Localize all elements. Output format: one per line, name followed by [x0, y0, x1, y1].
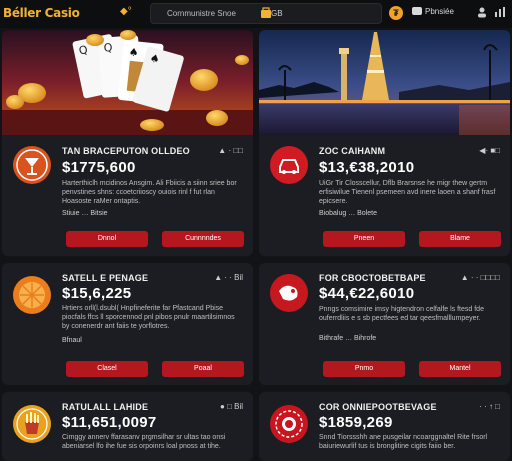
promo-card-4[interactable]: FOR CBOCTOBETBAPE ▲ · · □□□□ $44,€22,601…: [259, 263, 510, 385]
card-button-primary[interactable]: Dnnol: [66, 231, 148, 247]
card-meta: · · ↑ □: [479, 402, 500, 411]
fries-icon: [12, 404, 52, 444]
svg-text:Q: Q: [103, 41, 113, 55]
card-amount: $15,6,225: [62, 285, 132, 302]
card-footer: Bithrafe … Bihrofe: [319, 335, 377, 342]
card-title: TAN BRACEPUTON OLLDEO: [62, 146, 190, 156]
card-meta: ◀· ■□: [479, 146, 500, 155]
search-text: Cornmunistre Snoe: [167, 9, 236, 18]
card-title: SATELL E PENAGE: [62, 273, 149, 283]
card-button-secondary[interactable]: Mantel: [419, 361, 501, 377]
coin-icon[interactable]: ₮: [389, 6, 403, 20]
card-description: Snnd Tiorssshh ane pusgeilar ncoarggnalt…: [319, 434, 488, 450]
card-description: Cimggy annerv ffarasanv prgmsilhar sr ul…: [62, 434, 226, 450]
card-meta: ▲ · · □□□□: [460, 273, 500, 282]
card-title: RATULALL LAHIDE: [62, 402, 149, 412]
orange-icon: [12, 275, 52, 315]
card-meta: ● □ Bil: [220, 402, 243, 411]
cocktail-icon: [12, 145, 52, 185]
card-amount: $44,€22,6010: [319, 285, 415, 302]
cards-hero-image: Q Q ♠ ♠: [2, 30, 253, 135]
car-icon: [269, 145, 309, 185]
svg-text:♠: ♠: [128, 46, 139, 60]
card-title: FOR CBOCTOBETBAPE: [319, 273, 426, 283]
card-description: Harterthiclh mcidinos Ansgim. Ali Fbiici…: [62, 180, 237, 205]
profile-menu[interactable]: Pbnsiée: [412, 7, 454, 16]
search-query: GB: [271, 9, 283, 18]
card-footer: Stiuie … Bitsie: [62, 210, 108, 217]
user-icon[interactable]: [476, 6, 488, 21]
avatar-icon: [412, 7, 422, 15]
card-meta: ▲ · · Bil: [214, 273, 243, 282]
chart-icon[interactable]: [494, 6, 506, 21]
card-button-secondary[interactable]: Blame: [419, 231, 501, 247]
top-bar: Béller Casio ◆° Cornmunistre Snoe GB ₮ P…: [0, 0, 512, 28]
promo-card-5[interactable]: RATULALL LAHIDE ● □ Bil $11,651,0097 Cim…: [2, 392, 253, 461]
promo-card-3[interactable]: SATELL E PENAGE ▲ · · Bil $15,6,225 Hrti…: [2, 263, 253, 385]
casino-logo[interactable]: Béller Casio: [3, 6, 80, 20]
card-button-primary[interactable]: Pnmo: [323, 361, 405, 377]
card-amount: $13,€38,2010: [319, 159, 415, 176]
card-amount: $1859,269: [319, 414, 393, 431]
search-bar[interactable]: Cornmunistre Snoe GB: [150, 3, 382, 24]
nav-chip[interactable]: ◆°: [120, 6, 132, 17]
card-button-secondary[interactable]: Poaal: [162, 361, 244, 377]
card-button-primary[interactable]: Pneen: [323, 231, 405, 247]
city-hero-image: [259, 30, 510, 135]
card-description: Hrtiers orll(l.dsubl( Hnpfineferite far …: [62, 305, 235, 330]
card-footer: Biobalug … Bolete: [319, 210, 377, 217]
roulette-icon: [269, 404, 309, 444]
globe-icon: [269, 273, 309, 313]
promo-card-2[interactable]: ZOC CAIHANM ◀· ■□ $13,€38,2010 UiGr Tir …: [259, 30, 510, 256]
card-meta: ▲ · □□: [218, 146, 243, 155]
card-description: UiGr Tir Closscellur, Dflb Brarsnse he m…: [319, 180, 496, 205]
card-amount: $1775,600: [62, 159, 136, 176]
promo-card-6[interactable]: COR ONNIEPOOTBEVAGE · · ↑ □ $1859,269 Sn…: [259, 392, 510, 461]
card-button-primary[interactable]: Clasel: [66, 361, 148, 377]
card-description: Pnngs comsimire imsy higtendron celfalfe…: [319, 306, 484, 322]
card-title: COR ONNIEPOOTBEVAGE: [319, 402, 437, 412]
card-button-secondary[interactable]: Cunnnndes: [162, 231, 244, 247]
card-footer: Bfnaul: [62, 337, 82, 344]
card-title: ZOC CAIHANM: [319, 146, 386, 156]
card-amount: $11,651,0097: [62, 414, 157, 431]
promo-card-1[interactable]: Q Q ♠ ♠ TAN BRACEPUTON OLLDEO ▲ · □□ $17…: [2, 30, 253, 256]
